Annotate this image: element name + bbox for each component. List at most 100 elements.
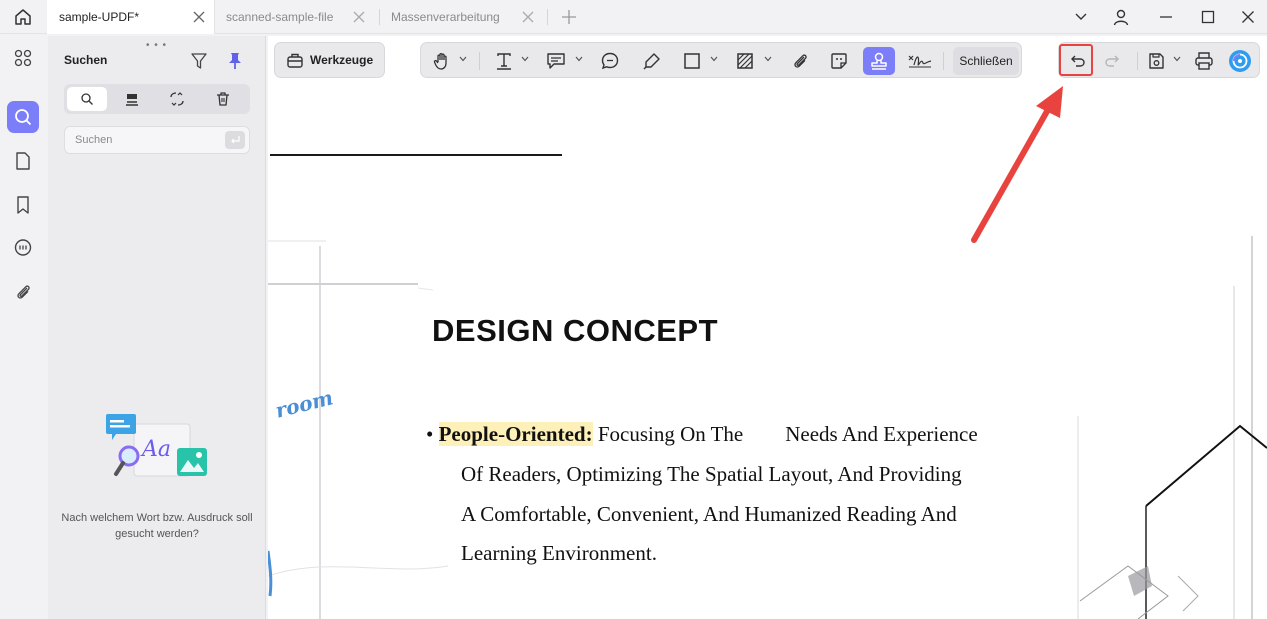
bullet-icon: • xyxy=(426,422,439,446)
search-input[interactable] xyxy=(65,127,223,153)
rail-search-button[interactable] xyxy=(7,101,39,133)
callout-tool-button[interactable] xyxy=(597,48,623,74)
bullet-line-text: Focusing On The Needs And Experience xyxy=(597,422,978,446)
bullet-line-3: A Comfortable, Convenient, And Humanized… xyxy=(461,502,957,526)
pin-icon[interactable] xyxy=(225,51,245,71)
toolbox-icon xyxy=(287,53,303,68)
title-bar: sample-UPDF* scanned-sample-file Massenv… xyxy=(0,0,1267,34)
search-mode-bar xyxy=(64,84,250,114)
toolbar-divider xyxy=(943,52,944,70)
tab-massenverarbeitung[interactable]: Massenverarbeitung xyxy=(379,0,543,34)
chevron-down-icon[interactable] xyxy=(710,55,718,63)
rectangle-tool-button[interactable] xyxy=(679,48,705,74)
panel-resize-handle[interactable]: • • • xyxy=(146,40,167,51)
close-annotation-button[interactable]: Schließen xyxy=(953,47,1019,75)
printer-icon xyxy=(1195,52,1213,70)
close-tab-icon[interactable] xyxy=(192,10,206,24)
user-icon xyxy=(1113,9,1129,26)
enter-icon xyxy=(231,136,240,144)
stamp-icon xyxy=(871,52,887,70)
print-button[interactable] xyxy=(1191,48,1217,74)
tab-label: sample-UPDF* xyxy=(59,10,140,24)
maximize-button[interactable] xyxy=(1196,5,1220,29)
signature-tool-button[interactable] xyxy=(905,48,935,74)
empty-search-message: Nach welchem Wort bzw. Ausdruck soll ges… xyxy=(61,512,253,540)
maximize-icon xyxy=(1201,10,1215,24)
comment-tool-button[interactable] xyxy=(543,48,569,74)
highlighter-icon xyxy=(643,53,660,70)
account-button[interactable] xyxy=(1109,5,1133,29)
tab-list-button[interactable] xyxy=(1069,5,1093,29)
bullet-line-1: • People-Oriented: Focusing On The Needs… xyxy=(426,422,978,447)
rail-bookmarks-button[interactable] xyxy=(7,189,39,221)
search-panel: • • • Suchen Aa Nach welc xyxy=(48,36,266,619)
search-submit-button[interactable] xyxy=(225,131,245,149)
hand-tool-button[interactable] xyxy=(429,48,455,74)
search-field xyxy=(64,126,250,154)
tools-button[interactable]: Werkzeuge xyxy=(274,42,385,78)
chevron-down-icon[interactable] xyxy=(521,55,529,63)
redo-icon xyxy=(1105,55,1119,67)
minimize-button[interactable] xyxy=(1154,5,1178,29)
rail-attachments-button[interactable] xyxy=(7,276,39,308)
mode-text-search-button[interactable] xyxy=(67,87,107,111)
page-background-art xyxy=(268,236,1267,619)
empty-search-illustration: Aa xyxy=(106,414,207,477)
save-button[interactable] xyxy=(1143,48,1169,74)
red-arrow-annotation xyxy=(971,86,1063,243)
highlighter-tool-button[interactable] xyxy=(639,48,665,74)
comment-icon xyxy=(14,239,32,256)
chevron-down-icon[interactable] xyxy=(459,55,467,63)
sticker-icon xyxy=(831,53,847,69)
note-comment-icon xyxy=(547,53,565,69)
paperclip-icon xyxy=(17,285,30,299)
text-tool-button[interactable] xyxy=(491,48,517,74)
sticker-tool-button[interactable] xyxy=(826,48,852,74)
tab-sample-updf[interactable]: sample-UPDF* xyxy=(47,0,215,34)
tab-divider xyxy=(547,9,548,25)
bullet-line-2: Of Readers, Optimizing The Spatial Layou… xyxy=(461,462,962,486)
filter-icon[interactable] xyxy=(189,51,209,71)
redact-icon xyxy=(126,94,138,106)
stamp-tool-button[interactable] xyxy=(863,47,895,75)
tab-label: scanned-sample-file xyxy=(226,10,334,24)
left-rail xyxy=(0,34,46,619)
area-hatch-tool-button[interactable] xyxy=(732,48,758,74)
close-icon xyxy=(1242,11,1254,23)
tab-label: Massenverarbeitung xyxy=(391,10,500,24)
toolbar-divider xyxy=(479,52,480,70)
rail-thumbnails-button[interactable] xyxy=(7,42,39,74)
rail-comments-button[interactable] xyxy=(7,232,39,264)
page-divider-line xyxy=(270,154,562,156)
panel-title: Suchen xyxy=(64,53,108,67)
close-tab-icon[interactable] xyxy=(521,10,535,24)
chevron-down-icon xyxy=(1075,13,1087,20)
page-icon xyxy=(16,152,30,170)
document-canvas[interactable] xyxy=(268,36,1267,619)
attachment-tool-button[interactable] xyxy=(787,48,813,74)
search-icon xyxy=(81,93,93,105)
rectangle-icon xyxy=(684,53,700,69)
ai-assistant-button[interactable] xyxy=(1227,48,1253,74)
close-window-button[interactable] xyxy=(1236,5,1260,29)
chevron-down-icon[interactable] xyxy=(575,55,583,63)
page-heading: DESIGN CONCEPT xyxy=(432,313,719,348)
mode-delete-button[interactable] xyxy=(203,87,243,111)
home-button[interactable] xyxy=(0,0,46,34)
save-icon xyxy=(1149,53,1164,69)
new-tab-icon[interactable] xyxy=(560,8,578,26)
chevron-down-icon[interactable] xyxy=(764,55,772,63)
hand-icon xyxy=(433,52,447,70)
close-tab-icon[interactable] xyxy=(352,10,366,24)
highlighted-term[interactable]: People-Oriented: xyxy=(438,422,593,446)
signature-icon xyxy=(908,55,932,68)
tab-scanned-sample-file[interactable]: scanned-sample-file xyxy=(214,0,374,34)
mode-redact-button[interactable] xyxy=(112,87,152,111)
rail-pages-button[interactable] xyxy=(7,145,39,177)
annotation-toolbar: Schließen xyxy=(420,42,1022,78)
text-icon xyxy=(497,53,511,70)
redo-button[interactable] xyxy=(1099,48,1125,74)
chevron-down-icon[interactable] xyxy=(1173,55,1181,63)
bookmark-icon xyxy=(17,196,29,214)
mode-replace-button[interactable] xyxy=(157,87,197,111)
